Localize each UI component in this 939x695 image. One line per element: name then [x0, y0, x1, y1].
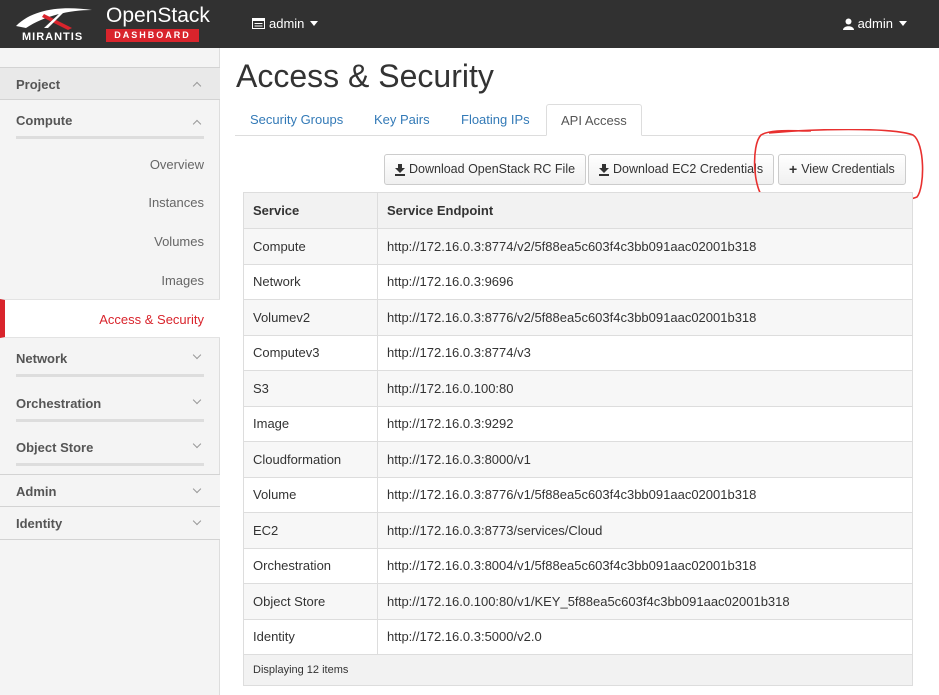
download-icon: [395, 164, 405, 176]
brand-subtitle: DASHBOARD: [106, 29, 199, 42]
project-switcher-label: admin: [269, 16, 305, 31]
service-endpoint: http://172.16.0.3:9292: [377, 405, 913, 442]
table-row: Compute http://172.16.0.3:8774/v2/5f88ea5…: [243, 228, 913, 265]
sidebar-group-label: Network: [16, 351, 68, 366]
download-icon: [599, 164, 609, 176]
service-name: Network: [243, 263, 378, 300]
sidebar-item-access-security[interactable]: Access & Security: [0, 299, 220, 338]
sidebar-item-volumes[interactable]: Volumes: [0, 222, 220, 261]
sidebar-header-admin[interactable]: Admin: [0, 474, 220, 507]
chevron-down-icon: [192, 516, 202, 526]
button-label: Download EC2 Credentials: [613, 162, 764, 176]
service-endpoint: http://172.16.0.100:80/v1/KEY_5f88ea5c60…: [377, 583, 913, 620]
tab-key-pairs[interactable]: Key Pairs: [360, 104, 444, 136]
sidebar-item-instances[interactable]: Instances: [0, 183, 220, 222]
sidebar-group-network[interactable]: Network: [16, 341, 204, 377]
tab-bar: Security Groups Key Pairs Floating IPs A…: [235, 104, 915, 136]
sidebar-header-project[interactable]: Project: [0, 67, 220, 100]
download-ec2-credentials-button[interactable]: Download EC2 Credentials: [588, 154, 775, 185]
service-name: Image: [243, 405, 378, 442]
tab-security-groups[interactable]: Security Groups: [236, 104, 357, 136]
table-row: Identity http://172.16.0.3:5000/v2.0: [243, 618, 913, 655]
sidebar-group-label: Compute: [16, 113, 73, 128]
table-row: Orchestration http://172.16.0.3:8004/v1/5…: [243, 547, 913, 584]
plus-icon: +: [789, 161, 798, 177]
chevron-up-icon: [192, 119, 202, 129]
api-endpoints-table: Service Service Endpoint Compute http://1…: [243, 192, 913, 686]
sidebar-header-identity[interactable]: Identity: [0, 507, 220, 540]
service-name: S3: [243, 370, 378, 407]
service-name: EC2: [243, 512, 378, 549]
service-name: Orchestration: [243, 547, 378, 584]
column-header-endpoint[interactable]: Service Endpoint: [377, 192, 913, 229]
chevron-down-icon: [192, 350, 202, 360]
service-endpoint: http://172.16.0.3:9696: [377, 263, 913, 300]
column-header-service[interactable]: Service: [243, 192, 378, 229]
service-endpoint: http://172.16.0.3:8773/services/Cloud: [377, 512, 913, 549]
table-footer-row: Displaying 12 items: [243, 654, 913, 686]
top-navbar: MIRANTIS OpenStack DASHBOARD admin admin: [0, 0, 939, 48]
table-row: S3 http://172.16.0.100:80: [243, 370, 913, 407]
chevron-down-icon: [310, 21, 319, 26]
sidebar-group-label: Orchestration: [16, 396, 102, 411]
chevron-down-icon: [899, 21, 907, 26]
tab-floating-ips[interactable]: Floating IPs: [447, 104, 544, 136]
service-name: Object Store: [243, 583, 378, 620]
service-endpoint: http://172.16.0.100:80: [377, 370, 913, 407]
service-endpoint: http://172.16.0.3:8776/v2/5f88ea5c603f4c…: [377, 299, 913, 336]
user-menu-label: admin: [857, 16, 893, 31]
mirantis-swoosh-icon: [16, 8, 92, 30]
chevron-down-icon: [192, 439, 202, 449]
project-list-icon: [252, 18, 265, 29]
table-row: Computev3 http://172.16.0.3:8774/v3: [243, 334, 913, 371]
service-endpoint: http://172.16.0.3:8774/v2/5f88ea5c603f4c…: [377, 228, 913, 265]
table-row: Object Store http://172.16.0.100:80/v1/KE…: [243, 583, 913, 620]
service-name: Volumev2: [243, 299, 378, 336]
sidebar-item-images[interactable]: Images: [0, 261, 220, 300]
brand-company: MIRANTIS: [22, 31, 84, 43]
user-icon: [842, 18, 854, 30]
service-name: Computev3: [243, 334, 378, 371]
chevron-up-icon: [192, 81, 202, 91]
view-credentials-button[interactable]: + View Credentials: [778, 154, 906, 185]
button-label: Download OpenStack RC File: [409, 162, 576, 176]
item-count: Displaying 12 items: [243, 654, 913, 686]
sidebar-header-label: Admin: [16, 484, 57, 499]
service-endpoint: http://172.16.0.3:8776/v1/5f88ea5c603f4c…: [377, 476, 913, 513]
service-endpoint: http://172.16.0.3:5000/v2.0: [377, 618, 913, 655]
sidebar-item-overview[interactable]: Overview: [0, 145, 220, 184]
download-openstack-rc-button[interactable]: Download OpenStack RC File: [384, 154, 587, 185]
service-endpoint: http://172.16.0.3:8004/v1/5f88ea5c603f4c…: [377, 547, 913, 584]
table-row: EC2 http://172.16.0.3:8773/services/Cloud: [243, 512, 913, 549]
table-row: Network http://172.16.0.3:9696: [243, 263, 913, 300]
sidebar-group-label: Object Store: [16, 440, 94, 455]
sidebar-header-label: Identity: [16, 516, 63, 531]
button-label: View Credentials: [801, 162, 895, 176]
table-row: Volume http://172.16.0.3:8776/v1/5f88ea5c…: [243, 476, 913, 513]
sidebar-group-orchestration[interactable]: Orchestration: [16, 386, 204, 422]
service-name: Identity: [243, 618, 378, 655]
brand-product: OpenStack: [106, 4, 210, 27]
service-name: Compute: [243, 228, 378, 265]
brand-logo[interactable]: MIRANTIS OpenStack DASHBOARD: [12, 4, 210, 44]
table-row: Volumev2 http://172.16.0.3:8776/v2/5f88ea…: [243, 299, 913, 336]
project-switcher[interactable]: admin: [252, 16, 319, 31]
chevron-down-icon: [192, 395, 202, 405]
sidebar-group-compute[interactable]: Compute: [16, 103, 204, 139]
user-menu[interactable]: admin: [842, 16, 907, 31]
service-endpoint: http://172.16.0.3:8000/v1: [377, 441, 913, 478]
chevron-down-icon: [192, 484, 202, 494]
tab-api-access[interactable]: API Access: [546, 104, 642, 136]
sidebar-header-label: Project: [16, 77, 61, 92]
service-endpoint: http://172.16.0.3:8774/v3: [377, 334, 913, 371]
service-name: Cloudformation: [243, 441, 378, 478]
sidebar-group-object-store[interactable]: Object Store: [16, 430, 204, 466]
table-header-row: Service Service Endpoint: [243, 192, 913, 229]
page-title: Access & Security: [236, 58, 494, 94]
sidebar: Project Compute Overview Instances Volum…: [0, 48, 220, 695]
table-row: Cloudformation http://172.16.0.3:8000/v1: [243, 441, 913, 478]
service-name: Volume: [243, 476, 378, 513]
table-row: Image http://172.16.0.3:9292: [243, 405, 913, 442]
